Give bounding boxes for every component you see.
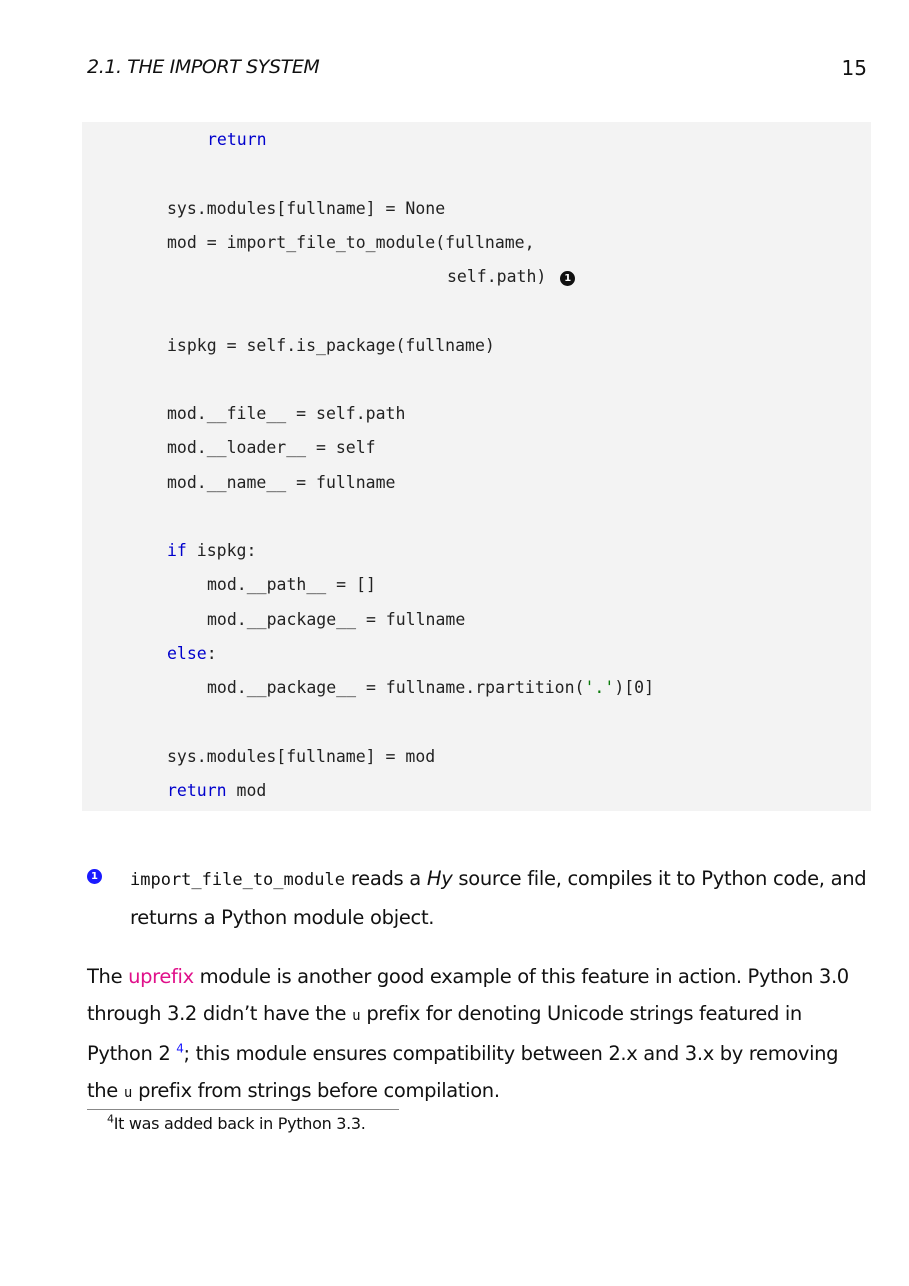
code-line: mod.__package__ = fullname <box>207 610 466 629</box>
callout-annotation: 1 import_file_to_module reads a Hy sourc… <box>87 860 877 936</box>
code-line: mod.__loader__ = self <box>167 438 376 457</box>
code-text: : <box>206 644 217 663</box>
code-text: self.path) <box>447 267 547 286</box>
code-text: mod.__package__ = fullname.rpartition( <box>207 678 585 697</box>
code-text: ispkg: <box>186 541 257 560</box>
running-title: 2.1. THE IMPORT SYSTEM <box>87 56 320 78</box>
code-line: if ispkg: <box>167 539 256 563</box>
code-line: ispkg = self.is_package(fullname) <box>167 336 495 355</box>
uprefix-link[interactable]: uprefix <box>128 965 194 988</box>
annotation-text: import_file_to_module reads a Hy source … <box>130 867 867 929</box>
inline-code: import_file_to_module <box>130 870 345 890</box>
code-line: sys.modules[fullname] = None <box>167 199 446 218</box>
code-text: )[0] <box>614 678 655 697</box>
page-number: 15 <box>841 56 867 80</box>
code-line: else: <box>167 642 217 666</box>
callout-marker: 1 <box>560 271 576 286</box>
code-line: sys.modules[fullname] = mod <box>167 747 436 766</box>
inline-code: u <box>123 1085 133 1101</box>
code-block: return sys.modules[fullname] = None mod … <box>82 122 871 811</box>
string-literal: '.' <box>584 678 615 697</box>
callout-bullet: 1 <box>87 869 102 884</box>
code-line: mod.__path__ = [] <box>207 575 376 594</box>
keyword: return <box>167 781 227 800</box>
footnote-divider <box>87 1109 399 1110</box>
code-line: return <box>207 128 267 152</box>
page-header: 2.1. THE IMPORT SYSTEM 15 <box>87 56 867 80</box>
code-line: mod.__file__ = self.path <box>167 404 406 423</box>
body-paragraph: The uprefix module is another good examp… <box>87 965 849 1102</box>
footnote: 4It was added back in Python 3.3. <box>107 1113 366 1135</box>
keyword: if <box>167 541 187 560</box>
keyword: return <box>207 130 267 149</box>
code-line: mod.__name__ = fullname <box>167 473 396 492</box>
footnote-text: It was added back in Python 3.3. <box>113 1114 366 1133</box>
keyword: else <box>167 644 207 663</box>
code-text: mod <box>226 781 267 800</box>
footnote-mark: 4 <box>107 1112 114 1126</box>
inline-code: u <box>352 1008 361 1024</box>
footnote-reference[interactable]: 4 <box>176 1042 184 1056</box>
code-line: mod.__package__ = fullname.rpartition('.… <box>207 676 654 700</box>
emphasis: Hy <box>426 867 453 890</box>
code-line: mod = import_file_to_module(fullname, <box>167 233 535 252</box>
code-line: return mod <box>167 779 266 803</box>
code-line: self.path) 1 <box>447 265 576 289</box>
